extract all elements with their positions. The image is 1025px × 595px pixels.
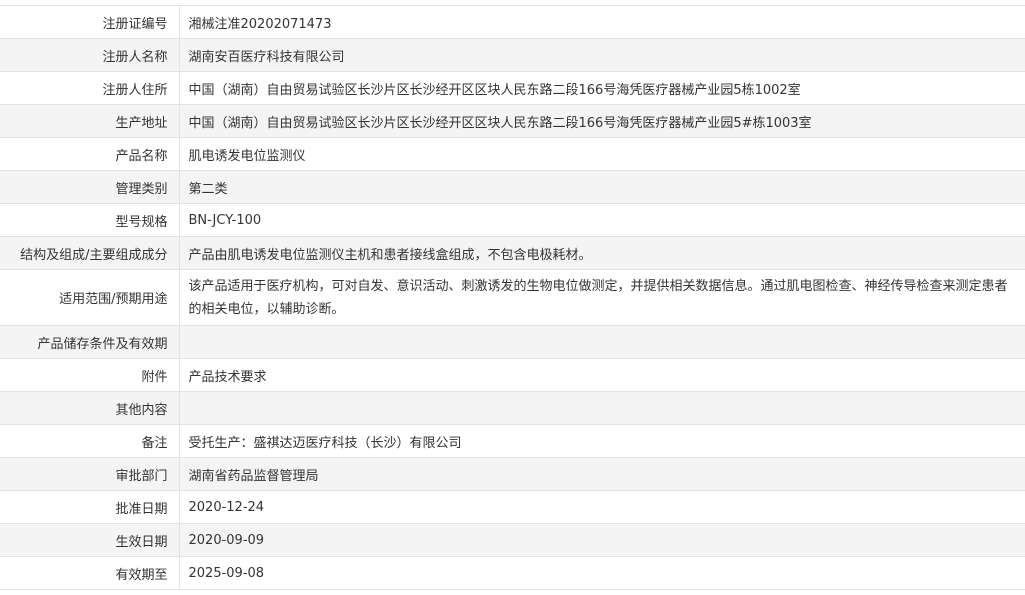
row-registrant-name: 注册人名称 湖南安百医疗科技有限公司 <box>0 38 1025 72</box>
label-structure-composition: 结构及组成/主要组成成分 <box>0 236 180 270</box>
row-production-address: 生产地址 中国（湖南）自由贸易试验区长沙片区长沙经开区区块人民东路二段166号海… <box>0 104 1025 138</box>
value-approval-department: 湖南省药品监督管理局 <box>179 457 1025 491</box>
value-management-category: 第二类 <box>179 170 1025 204</box>
row-attachments: 附件 产品技术要求 <box>0 358 1025 392</box>
registration-info-page: 注册证编号 湘械注准20202071473 注册人名称 湖南安百医疗科技有限公司… <box>0 0 1025 595</box>
row-product-name: 产品名称 肌电诱发电位监测仪 <box>0 137 1025 171</box>
label-approval-department: 审批部门 <box>0 457 180 491</box>
row-other-content: 其他内容 <box>0 391 1025 425</box>
label-registrant-address: 注册人住所 <box>0 71 180 105</box>
label-approval-date: 批准日期 <box>0 490 180 524</box>
value-attachments: 产品技术要求 <box>179 358 1025 392</box>
label-other-content: 其他内容 <box>0 391 180 425</box>
value-effective-date: 2020-09-09 <box>179 523 1025 557</box>
value-registration-number: 湘械注准20202071473 <box>179 5 1025 39</box>
row-approval-department: 审批部门 湖南省药品监督管理局 <box>0 457 1025 491</box>
row-approval-date: 批准日期 2020-12-24 <box>0 490 1025 524</box>
row-valid-until: 有效期至 2025-09-08 <box>0 556 1025 590</box>
label-registrant-name: 注册人名称 <box>0 38 180 72</box>
label-effective-date: 生效日期 <box>0 523 180 557</box>
value-product-name: 肌电诱发电位监测仪 <box>179 137 1025 171</box>
label-remarks: 备注 <box>0 424 180 458</box>
label-intended-use: 适用范围/预期用途 <box>0 269 180 326</box>
label-model-spec: 型号规格 <box>0 203 180 237</box>
value-storage-conditions <box>179 325 1025 359</box>
registration-info-table: 注册证编号 湘械注准20202071473 注册人名称 湖南安百医疗科技有限公司… <box>0 5 1025 590</box>
label-production-address: 生产地址 <box>0 104 180 138</box>
label-valid-until: 有效期至 <box>0 556 180 590</box>
label-management-category: 管理类别 <box>0 170 180 204</box>
label-registration-number: 注册证编号 <box>0 5 180 39</box>
value-structure-composition: 产品由肌电诱发电位监测仪主机和患者接线盒组成，不包含电极耗材。 <box>179 236 1025 270</box>
row-model-spec: 型号规格 BN-JCY-100 <box>0 203 1025 237</box>
row-effective-date: 生效日期 2020-09-09 <box>0 523 1025 557</box>
row-structure-composition: 结构及组成/主要组成成分 产品由肌电诱发电位监测仪主机和患者接线盒组成，不包含电… <box>0 236 1025 270</box>
value-registrant-name: 湖南安百医疗科技有限公司 <box>179 38 1025 72</box>
row-management-category: 管理类别 第二类 <box>0 170 1025 204</box>
label-attachments: 附件 <box>0 358 180 392</box>
value-valid-until: 2025-09-08 <box>179 556 1025 590</box>
value-intended-use: 该产品适用于医疗机构，可对自发、意识活动、刺激诱发的生物电位做测定，并提供相关数… <box>179 269 1025 326</box>
row-storage-conditions: 产品储存条件及有效期 <box>0 325 1025 359</box>
label-product-name: 产品名称 <box>0 137 180 171</box>
row-registrant-address: 注册人住所 中国（湖南）自由贸易试验区长沙片区长沙经开区区块人民东路二段166号… <box>0 71 1025 105</box>
value-other-content <box>179 391 1025 425</box>
value-registrant-address: 中国（湖南）自由贸易试验区长沙片区长沙经开区区块人民东路二段166号海凭医疗器械… <box>179 71 1025 105</box>
value-production-address: 中国（湖南）自由贸易试验区长沙片区长沙经开区区块人民东路二段166号海凭医疗器械… <box>179 104 1025 138</box>
value-model-spec: BN-JCY-100 <box>179 203 1025 237</box>
row-remarks: 备注 受托生产：盛祺达迈医疗科技（长沙）有限公司 <box>0 424 1025 458</box>
value-approval-date: 2020-12-24 <box>179 490 1025 524</box>
row-registration-number: 注册证编号 湘械注准20202071473 <box>0 5 1025 39</box>
value-remarks: 受托生产：盛祺达迈医疗科技（长沙）有限公司 <box>179 424 1025 458</box>
row-intended-use: 适用范围/预期用途 该产品适用于医疗机构，可对自发、意识活动、刺激诱发的生物电位… <box>0 269 1025 326</box>
label-storage-conditions: 产品储存条件及有效期 <box>0 325 180 359</box>
